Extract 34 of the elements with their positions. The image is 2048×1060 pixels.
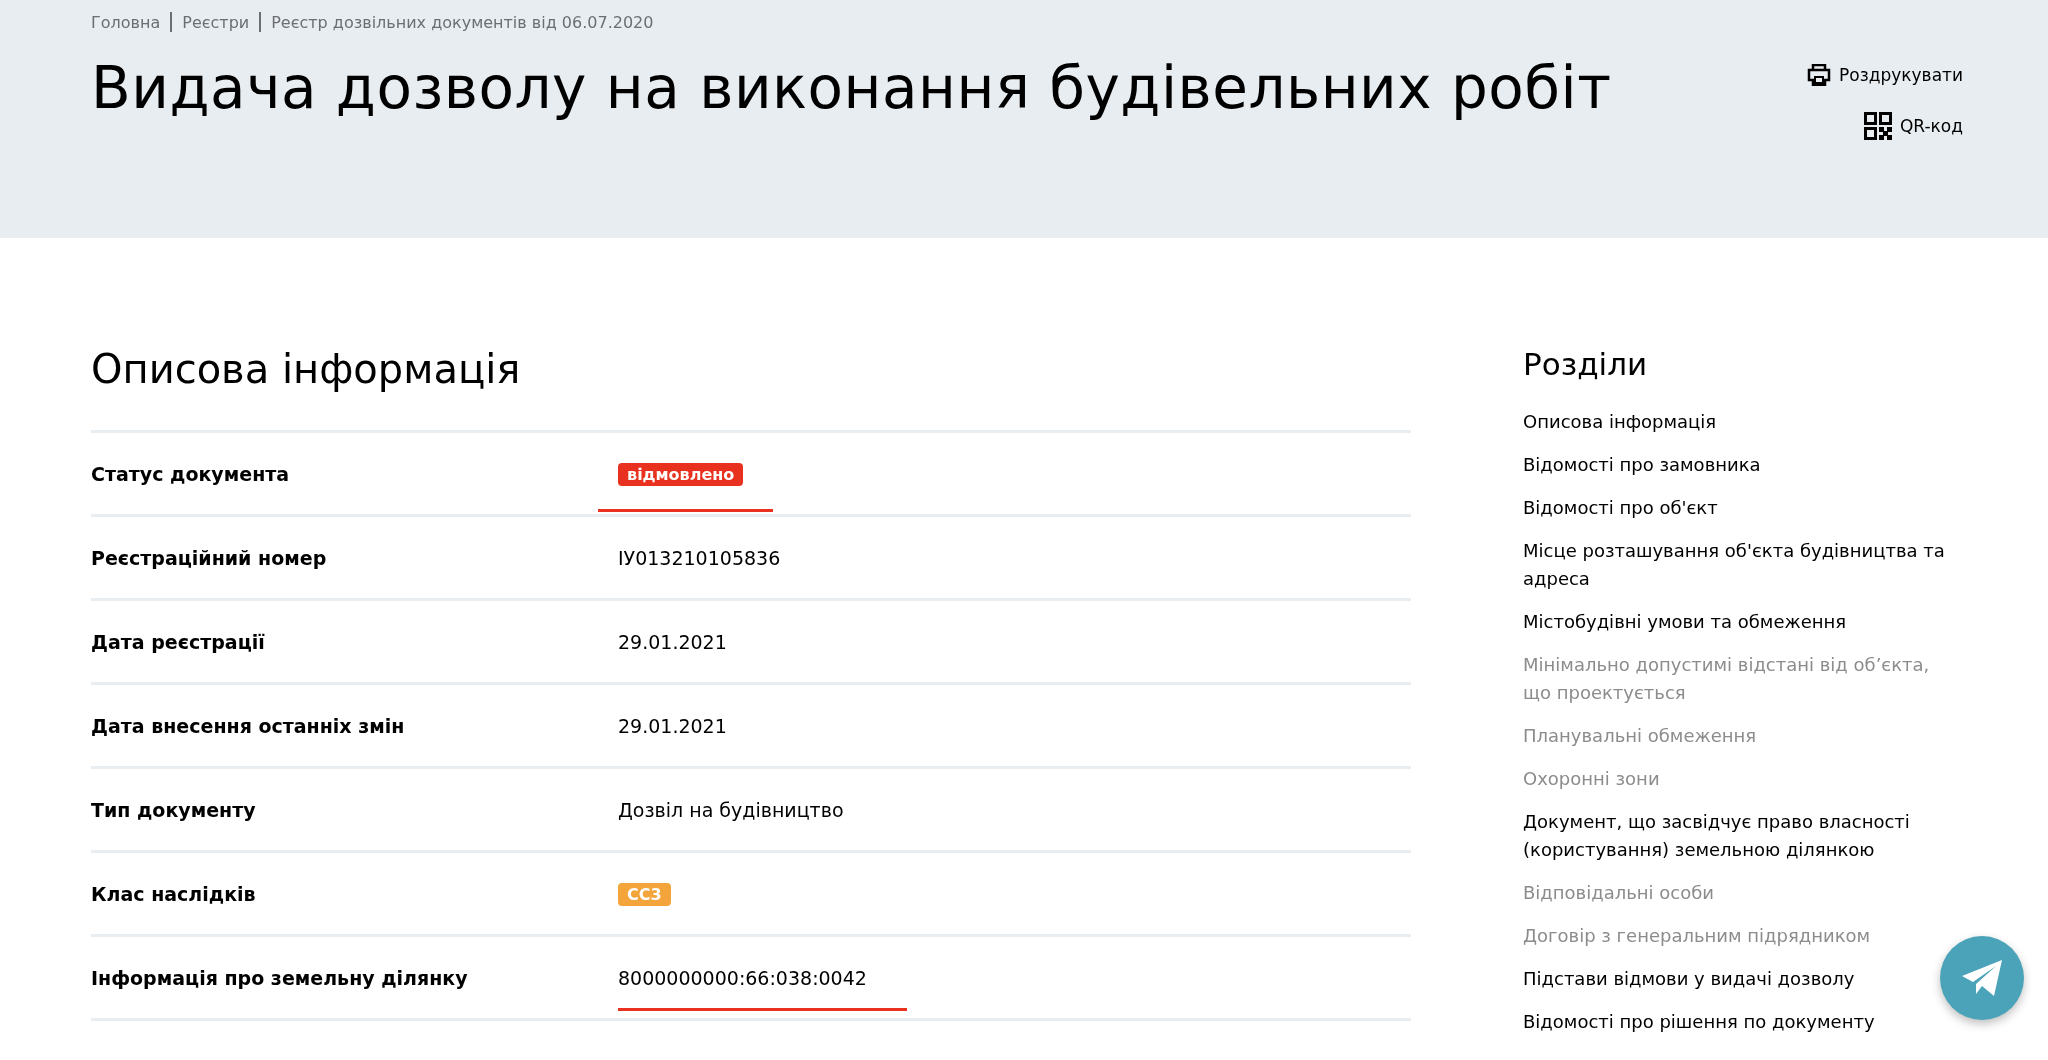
section-link[interactable]: Містобудівні умови та обмеження xyxy=(1523,608,1847,636)
telegram-button[interactable] xyxy=(1940,936,2024,1020)
page-title: Видача дозволу на виконання будівельних робіт xyxy=(91,54,1612,122)
field-value: 29.01.2021 xyxy=(618,714,727,737)
section-link[interactable]: Відомості про об'єкт xyxy=(1523,494,1718,522)
breadcrumb-link[interactable]: Головна xyxy=(91,12,161,32)
field-label: Дата реєстрації xyxy=(91,630,266,653)
paper-plane-icon xyxy=(1960,958,2004,998)
section-link[interactable]: Відомості про рішення по документу xyxy=(1523,1008,1875,1036)
qr-code-icon xyxy=(1863,112,1892,140)
section-link[interactable]: Описова інформація xyxy=(1523,408,1717,436)
section-link[interactable]: Місце розташування об'єкта будівництва та адреса xyxy=(1523,537,1963,593)
breadcrumb-link[interactable]: Реєстри xyxy=(182,12,250,32)
status-badge: відмовлено xyxy=(618,462,744,486)
field-value: ІУ013210105836 xyxy=(618,546,781,569)
section-link[interactable]: Документ, що засвідчує право власності (користування) земельною ділянкою xyxy=(1523,808,1963,864)
field-label: Статус документа xyxy=(91,462,291,485)
sidebar-title: Розділи xyxy=(1523,346,1649,382)
field-label: Реєстраційний номер xyxy=(91,546,328,569)
qr-code-button[interactable]: QR-код xyxy=(1863,112,1963,140)
field-label: Дата внесення останніх змін xyxy=(91,714,406,737)
field-label: Інформація про земельну ділянку xyxy=(91,966,469,989)
breadcrumb-link[interactable]: Реєстр дозвільних документів від 06.07.2020 xyxy=(271,12,654,32)
section-link[interactable]: Підстави відмови у видачі дозволу xyxy=(1523,965,1855,993)
section-link[interactable]: Відомості про замовника xyxy=(1523,451,1761,479)
printer-icon xyxy=(1807,64,1831,86)
field-value: 8000000000:66:038:0042 xyxy=(618,966,867,989)
field-value: 29.01.2021 xyxy=(618,630,727,653)
print-button[interactable]: Роздрукувати xyxy=(1807,64,1963,86)
field-label: Тип документу xyxy=(91,798,257,821)
field-value: Дозвіл на будівництво xyxy=(618,798,844,821)
section-title: Описова інформація xyxy=(91,346,522,392)
status-badge: СС3 xyxy=(618,882,671,906)
field-label: Клас наслідків xyxy=(91,882,257,905)
